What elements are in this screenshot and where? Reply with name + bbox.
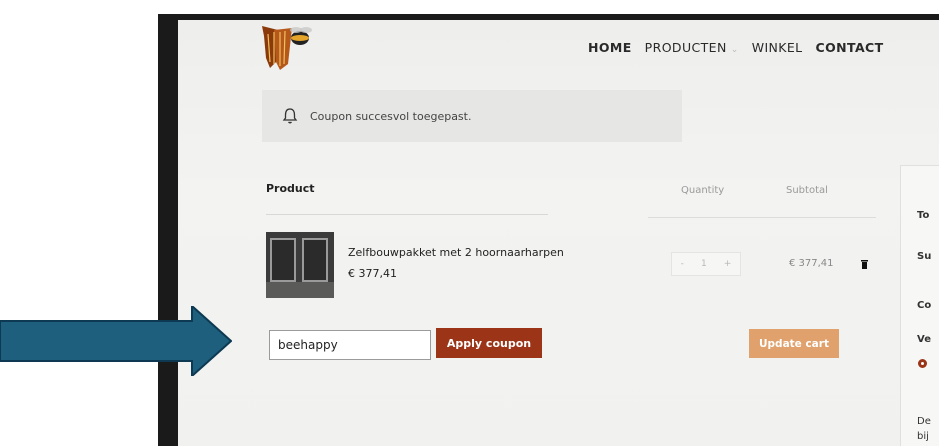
nav-winkel[interactable]: WINKEL (752, 40, 803, 55)
column-header-product: Product (266, 182, 315, 195)
cart-totals-panel: To Su Co Ve De bij (900, 165, 939, 446)
totals-subtotal-label: Su (917, 251, 932, 262)
harp-frame (270, 238, 296, 282)
webshop-screen: HOME PRODUCTEN ⌄ WINKEL CONTACT Coupon su… (178, 20, 939, 446)
quantity-decrease-button[interactable]: - (681, 259, 684, 269)
column-header-subtotal: Subtotal (786, 185, 828, 196)
row-subtotal: € 377,41 (789, 258, 834, 269)
notice-text: Coupon succesvol toegepast. (310, 109, 472, 123)
apply-coupon-button[interactable]: Apply coupon (436, 328, 542, 358)
totals-coupon-label: Co (917, 300, 932, 311)
product-thumbnail[interactable] (266, 232, 334, 298)
thumbnail-base (266, 282, 334, 298)
annotation-arrow (0, 306, 232, 376)
product-price: € 377,41 (348, 267, 397, 280)
bell-icon (282, 108, 298, 124)
nav-producten[interactable]: PRODUCTEN ⌄ (645, 40, 739, 55)
nav-contact[interactable]: CONTACT (816, 40, 884, 55)
coupon-code-input[interactable]: beehappy (269, 330, 431, 360)
totals-shipping-label: Ve (917, 334, 931, 345)
nav-producten-label: PRODUCTEN (644, 40, 727, 55)
coupon-success-notice: Coupon succesvol toegepast. (262, 90, 682, 142)
main-nav: HOME PRODUCTEN ⌄ WINKEL CONTACT (588, 40, 897, 55)
totals-note-line1: De (917, 416, 931, 427)
shipping-radio[interactable] (918, 359, 927, 368)
brand-logo[interactable] (258, 22, 318, 72)
update-cart-button[interactable]: Update cart (749, 329, 839, 358)
totals-title: To (917, 210, 930, 221)
trash-icon[interactable] (861, 260, 868, 269)
quantity-value[interactable]: 1 (701, 259, 707, 269)
product-name-link[interactable]: Zelfbouwpakket met 2 hoornaarharpen (348, 246, 564, 259)
table-divider (266, 214, 548, 215)
nav-home[interactable]: HOME (588, 40, 632, 55)
totals-note-line2: bij (917, 431, 929, 442)
chevron-down-icon: ⌄ (730, 45, 739, 55)
table-divider (648, 217, 876, 218)
quantity-increase-button[interactable]: + (724, 259, 732, 269)
harp-frame (302, 238, 328, 282)
column-header-quantity: Quantity (681, 185, 725, 196)
quantity-stepper[interactable]: - 1 + (671, 252, 741, 276)
